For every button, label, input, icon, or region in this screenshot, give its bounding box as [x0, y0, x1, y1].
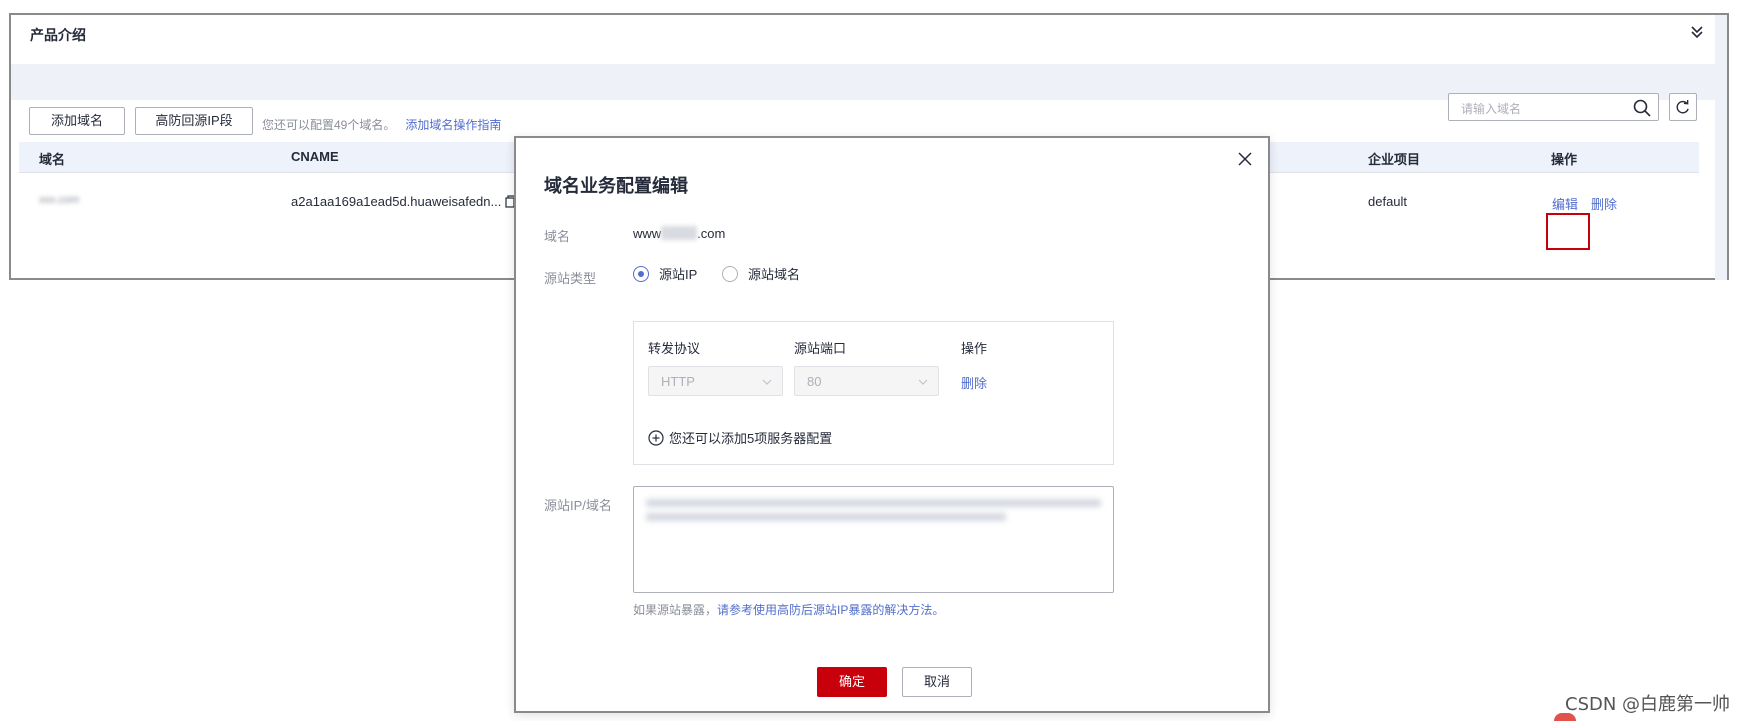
origin-type-label: 源站类型 — [544, 271, 597, 286]
origin-type-ip-radio[interactable]: 源站IP — [633, 264, 697, 283]
origin-type-domain-radio[interactable]: 源站域名 — [722, 264, 800, 283]
header-domain: 域名 — [39, 152, 66, 167]
redacted-line — [646, 513, 1006, 521]
add-domain-button[interactable]: 添加域名 — [29, 107, 125, 135]
add-domain-guide-link[interactable]: 添加域名操作指南 — [405, 118, 501, 132]
product-intro-title: 产品介绍 — [30, 27, 86, 43]
remaining-domains-tip: 您还可以配置49个域名。 添加域名操作指南 — [262, 116, 501, 133]
refresh-icon — [1676, 100, 1689, 114]
confirm-button[interactable]: 确定 — [817, 667, 887, 697]
domain-value: www .com — [633, 226, 725, 241]
search-icon[interactable] — [1632, 98, 1652, 118]
protocol-header: 转发协议 — [648, 341, 701, 356]
origin-type-ip-label: 源站IP — [659, 267, 698, 282]
origin-type-domain-label: 源站域名 — [748, 267, 801, 282]
header-operation: 操作 — [1551, 152, 1578, 167]
domain-suffix: .com — [697, 226, 726, 241]
domain-prefix: www — [633, 226, 662, 241]
row-cname-text: a2a1aa169a1ead5d.huaweisafedn... — [291, 194, 502, 209]
ip-segment-button[interactable]: 高防回源IP段 — [135, 107, 253, 135]
origin-address-textarea[interactable] — [633, 486, 1114, 593]
chevron-down-icon — [762, 379, 772, 385]
server-config-box: 转发协议 源站端口 操作 HTTP 80 删除 您还可以添加5项服务器配置 — [633, 321, 1114, 465]
add-server-config-label: 您还可以添加5项服务器配置 — [669, 431, 833, 446]
radio-selected-icon — [633, 265, 649, 282]
row-delete-link[interactable]: 删除 — [1591, 194, 1617, 213]
hint-solution-link[interactable]: 请参考使用高防后源站IP暴露的解决方法。 — [717, 603, 944, 617]
protocol-value: HTTP — [661, 374, 695, 389]
scrollbar-gutter — [1715, 15, 1727, 280]
watermark-logo — [1554, 713, 1576, 721]
config-delete-link[interactable]: 删除 — [961, 373, 987, 392]
origin-exposure-hint: 如果源站暴露，请参考使用高防后源站IP暴露的解决方法。 — [633, 601, 944, 618]
header-enterprise-project: 企业项目 — [1368, 152, 1421, 167]
search-placeholder: 请输入域名 — [1461, 102, 1522, 116]
chevron-down-icon — [918, 379, 928, 385]
edit-highlight-box — [1546, 213, 1590, 250]
refresh-button[interactable] — [1669, 93, 1697, 121]
row-cname: a2a1aa169a1ead5d.huaweisafedn... — [291, 194, 517, 209]
double-chevron-down-icon[interactable] — [1687, 21, 1707, 45]
hint-text: 如果源站暴露， — [633, 603, 718, 617]
remaining-domains-text: 您还可以配置49个域名。 — [262, 118, 396, 132]
add-server-config-button[interactable]: 您还可以添加5项服务器配置 — [648, 428, 832, 447]
redacted-line — [646, 499, 1101, 507]
row-enterprise-project: default — [1368, 194, 1408, 209]
port-value: 80 — [807, 374, 822, 389]
domain-label: 域名 — [544, 229, 571, 244]
product-intro-bar[interactable]: 产品介绍 — [11, 15, 1727, 64]
close-icon[interactable] — [1236, 150, 1254, 168]
config-operation-header: 操作 — [961, 341, 988, 356]
protocol-select[interactable]: HTTP — [648, 366, 783, 396]
domain-config-edit-dialog: 域名业务配置编辑 域名 www .com 源站类型 源站IP 源站域名 转发协议 … — [514, 136, 1270, 713]
plus-circle-icon — [648, 429, 664, 446]
dialog-title: 域名业务配置编辑 — [544, 176, 688, 196]
radio-unselected-icon — [722, 265, 738, 282]
row-edit-link[interactable]: 编辑 — [1552, 194, 1578, 213]
domain-mask — [661, 226, 698, 240]
header-cname: CNAME — [291, 149, 339, 164]
domain-search-input[interactable]: 请输入域名 — [1448, 93, 1659, 121]
row-domain: xxx.com — [39, 194, 80, 206]
port-select[interactable]: 80 — [794, 366, 939, 396]
cancel-button[interactable]: 取消 — [902, 667, 972, 697]
port-header: 源站端口 — [794, 341, 847, 356]
watermark-text: CSDN @白鹿第一帅 — [1565, 694, 1731, 715]
origin-address-label: 源站IP/域名 — [544, 498, 612, 513]
